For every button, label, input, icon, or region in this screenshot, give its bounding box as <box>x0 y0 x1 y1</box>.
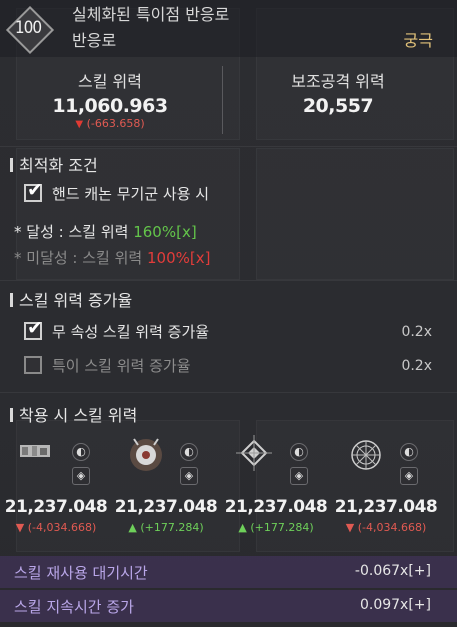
power-row-label: 특이 스킬 위력 증가율 <box>52 357 191 375</box>
level-number: 100 <box>14 18 42 38</box>
equipped-value: 21,237.048 <box>4 497 108 517</box>
power-row: 특이 스킬 위력 증가율 <box>24 355 191 376</box>
item-grade: 궁극 <box>403 31 433 50</box>
power-row-value: 0.2x <box>401 324 432 340</box>
power-increase-heading: 스킬 위력 증가율 <box>10 287 132 311</box>
module-icon <box>228 425 280 477</box>
equipped-delta: ▼ (-4,034.668) <box>15 521 97 534</box>
section-marker <box>10 158 13 172</box>
optimization-heading: 최적화 조건 <box>10 152 98 176</box>
checkbox-unchecked-icon <box>24 356 42 374</box>
sub-attack-label: 보조공격 위력 <box>291 72 385 91</box>
socket-icon: ◈ <box>180 467 198 485</box>
level-badge: 100 <box>5 5 55 55</box>
bonus-row: 스킬 재사용 대기시간 -0.067x[+] <box>0 556 457 588</box>
module-icon <box>118 425 170 477</box>
achieved-prefix: * 달성 : 스킬 위력 <box>14 223 134 241</box>
socket-icon: ◐ <box>72 443 90 461</box>
down-triangle-icon: ▼ <box>75 119 84 130</box>
power-row-value: 0.2x <box>401 358 432 374</box>
bonus-label: 스킬 지속시간 증가 <box>14 598 134 616</box>
equipped-delta-value: (-4,034.668) <box>27 521 97 534</box>
bonus-label: 스킬 재사용 대기시간 <box>14 564 148 582</box>
equipped-value: 21,237.048 <box>114 497 218 517</box>
skill-power-stat: 스킬 위력 11,060.963 ▼ (-663.658) <box>0 60 220 130</box>
stat-divider <box>222 66 223 134</box>
bonus-row: 스킬 지속시간 증가 0.097x[+] <box>0 590 457 622</box>
skill-power-label: 스킬 위력 <box>78 72 142 91</box>
not-achieved-condition: * 미달성 : 스킬 위력 100%[x] <box>14 247 210 268</box>
item-title: 실체화된 특이점 반응로 <box>72 5 230 24</box>
optimization-heading-text: 최적화 조건 <box>19 156 98 175</box>
skill-power-delta-value: (-663.658) <box>86 117 145 130</box>
achieved-suffix: [x] <box>176 223 197 241</box>
module-icon <box>8 425 60 477</box>
equipped-delta-value: (-4,034.668) <box>357 521 427 534</box>
section-marker <box>10 293 13 307</box>
socket-icon: ◐ <box>180 443 198 461</box>
equipped-delta: ▼ (-4,034.668) <box>345 521 427 534</box>
socket-icon: ◐ <box>400 443 418 461</box>
socket-icon: ◈ <box>290 467 308 485</box>
power-row: ✔ 무 속성 스킬 위력 증가율 <box>24 319 210 342</box>
not-achieved-value: 100% <box>147 249 190 267</box>
equipped-heading: 착용 시 스킬 위력 <box>10 402 137 426</box>
optimization-condition: ✔ 핸드 캐논 무기군 사용 시 <box>24 181 210 204</box>
socket-icon: ◐ <box>290 443 308 461</box>
bonus-value: 0.097x[+] <box>359 597 431 613</box>
not-achieved-prefix: * 미달성 : 스킬 위력 <box>14 249 147 267</box>
divider <box>0 146 457 147</box>
skill-power-value: 11,060.963 <box>52 95 168 117</box>
section-marker <box>10 408 13 422</box>
equipped-delta: ▲ (+177.284) <box>238 521 314 534</box>
power-row-label: 무 속성 스킬 위력 증가율 <box>52 323 210 341</box>
socket-icon: ◈ <box>72 467 90 485</box>
bonus-value: -0.067x[+] <box>354 563 431 579</box>
achieved-value: 160% <box>133 223 177 241</box>
equipped-value: 21,237.048 <box>334 497 438 517</box>
equipped-delta: ▲ (+177.284) <box>128 521 204 534</box>
socket-icon: ◈ <box>400 467 418 485</box>
divider <box>0 392 457 393</box>
checkbox-checked-icon: ✔ <box>24 181 43 202</box>
skill-power-delta: ▼ (-663.658) <box>0 117 220 130</box>
equipped-value: 21,237.048 <box>224 497 328 517</box>
power-increase-heading-text: 스킬 위력 증가율 <box>19 291 133 310</box>
tooltip-header: 100 실체화된 특이점 반응로 반응로 궁극 <box>0 0 457 57</box>
achieved-condition: * 달성 : 스킬 위력 160%[x] <box>14 221 197 242</box>
item-type: 반응로 <box>72 31 117 50</box>
sub-attack-value: 20,557 <box>302 95 374 117</box>
divider <box>0 280 457 281</box>
background-tile <box>256 148 454 280</box>
equipped-delta-value: (+177.284) <box>250 521 314 534</box>
equipped-delta-value: (+177.284) <box>140 521 204 534</box>
main-stats: 스킬 위력 11,060.963 ▼ (-663.658) 보조공격 위력 20… <box>0 60 457 146</box>
checkbox-checked-icon: ✔ <box>24 319 43 340</box>
module-icon <box>338 425 390 477</box>
condition-label: 핸드 캐논 무기군 사용 시 <box>52 185 210 203</box>
sub-attack-stat: 보조공격 위력 20,557 <box>228 60 448 117</box>
not-achieved-suffix: [x] <box>189 249 211 267</box>
equipped-heading-text: 착용 시 스킬 위력 <box>19 406 138 425</box>
item-tooltip: 100 실체화된 특이점 반응로 반응로 궁극 스킬 위력 11,060.963… <box>0 0 457 627</box>
